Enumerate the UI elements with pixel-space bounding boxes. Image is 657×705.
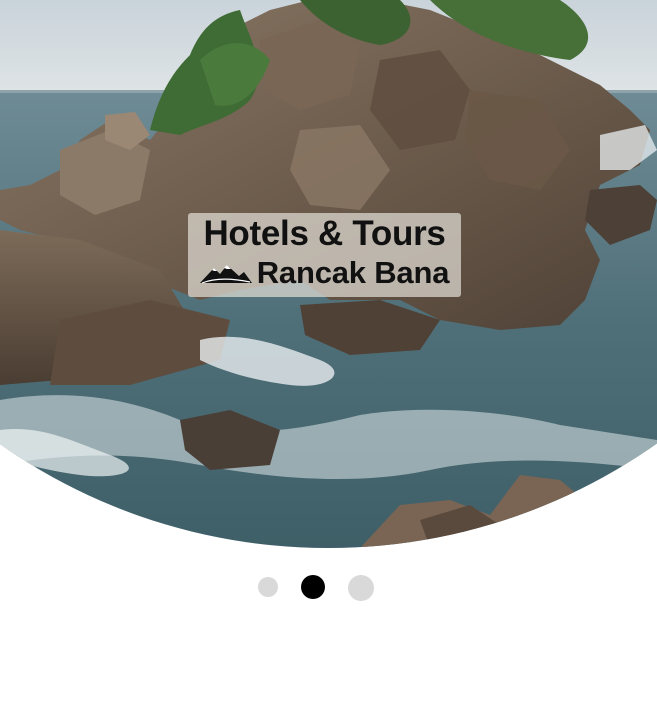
logo-brand-name: Rancak Bana bbox=[256, 255, 450, 290]
logo-subtitle-row: Rancak Bana bbox=[188, 254, 461, 292]
hero-image-carousel[interactable]: Hotels & Tours Rancak Bana bbox=[0, 0, 657, 548]
logo-title: Hotels & Tours bbox=[203, 214, 446, 253]
brand-logo: Hotels & Tours Rancak Bana bbox=[188, 213, 461, 297]
mountain-icon bbox=[199, 265, 252, 284]
pagination-dot-2-active[interactable] bbox=[301, 575, 325, 599]
pagination-dot-1[interactable] bbox=[258, 577, 278, 597]
pagination-dot-3[interactable] bbox=[348, 575, 374, 601]
onboarding-screen: Hotels & Tours Rancak Bana bbox=[0, 0, 657, 705]
carousel-pagination bbox=[0, 575, 657, 601]
